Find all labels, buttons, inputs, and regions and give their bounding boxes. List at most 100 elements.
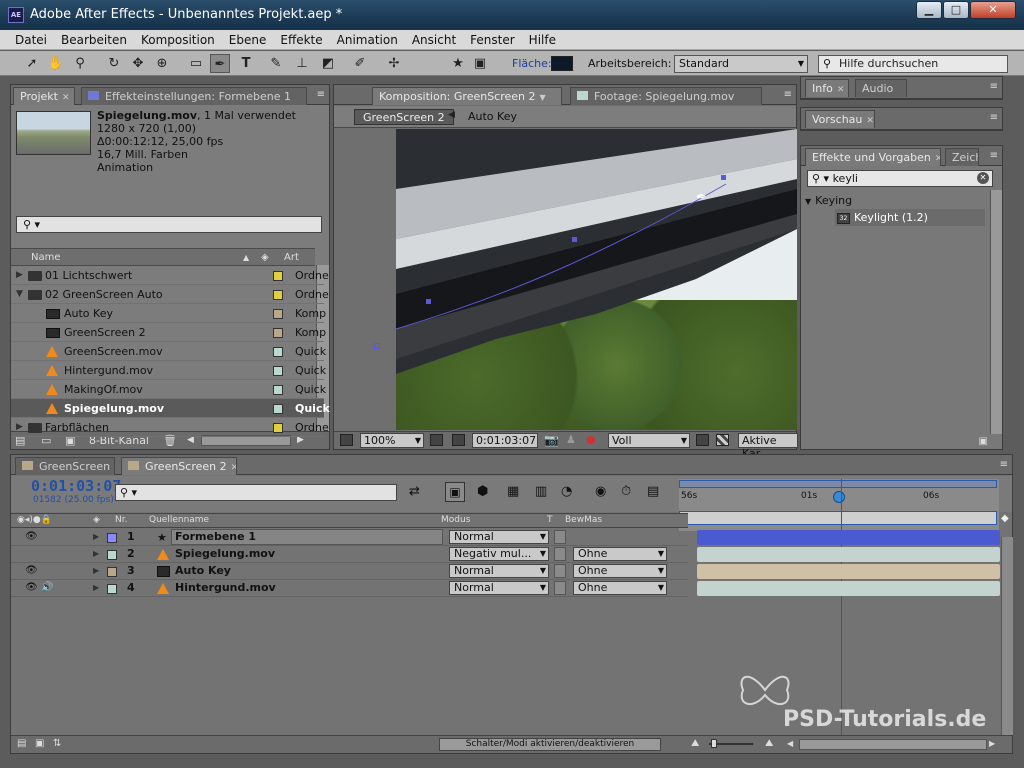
eye-icon[interactable]: 👁 (25, 563, 38, 579)
active-camera-select[interactable]: Aktive Kar (738, 433, 798, 460)
menu-ansicht[interactable]: Ansicht (405, 30, 463, 50)
roi-icon[interactable] (696, 434, 709, 446)
comp-mini-flowchart-icon[interactable]: ⇄ (409, 484, 420, 499)
label-color-swatch[interactable] (273, 328, 283, 338)
rectangle-tool-icon[interactable]: ▭ (186, 54, 206, 73)
zoom-select[interactable]: 100% ▼ (360, 433, 424, 448)
tab-timeline-greenscreen-2[interactable]: GreenScreen 2✕ (121, 457, 237, 475)
layer-duration-bar[interactable] (697, 564, 1000, 579)
preserve-transparency-toggle[interactable] (554, 564, 566, 578)
time-ruler[interactable]: 56s 01s 06s (679, 479, 999, 531)
tab-info[interactable]: Info ✕ (805, 79, 849, 97)
frame-blending-icon[interactable]: ▦ (507, 484, 519, 499)
speaker-icon[interactable]: 🔊 (41, 580, 53, 596)
timeline-layer-row[interactable]: ▶ 2 Spiegelung.mov Negativ mul... ▼ Ohne ▼ (11, 546, 688, 563)
effect-keylight[interactable]: 32 Keylight (1.2) (835, 209, 985, 226)
timeline-layer-row[interactable]: 👁 ▶ 3 Auto Key Normal ▼ Ohne ▼ (11, 563, 688, 580)
tab-projekt[interactable]: Projekt ✕ (13, 87, 75, 105)
camera-icon[interactable]: 📷 (544, 433, 559, 447)
zoom-slider-handle[interactable] (711, 739, 717, 748)
blend-mode-select[interactable]: Normal ▼ (449, 581, 549, 595)
tab-effects-presets[interactable]: Effekte und Vorgaben✕ (805, 148, 941, 166)
auto-keyframe-icon[interactable]: ◉ (595, 484, 606, 499)
label-color-swatch[interactable] (273, 271, 283, 281)
close-button[interactable]: ✕ (970, 1, 1016, 19)
panel-menu-icon[interactable]: ≡ (990, 81, 998, 92)
time-navigator[interactable] (679, 511, 997, 525)
menu-komposition[interactable]: Komposition (134, 30, 222, 50)
tab-effect-controls[interactable]: Effekteinstellungen: Formebene 1 (81, 87, 307, 105)
minimize-button[interactable]: ▁ (916, 1, 942, 19)
menu-hilfe[interactable]: Hilfe (522, 30, 563, 50)
eraser-tool-icon[interactable]: ◩ (318, 54, 338, 73)
breadcrumb-auto-key[interactable]: Auto Key (460, 109, 525, 125)
timeline-layer-row[interactable]: 👁 🔊 ▶ 4 Hintergund.mov Normal ▼ Ohne ▼ (11, 580, 688, 597)
image-icon[interactable]: ▣ (470, 54, 490, 73)
layer-label-swatch[interactable] (107, 533, 117, 543)
layer-duration-bar[interactable] (697, 547, 1000, 562)
menu-animation[interactable]: Animation (330, 30, 405, 50)
label-color-swatch[interactable] (273, 404, 283, 414)
puppet-pin-tool-icon[interactable]: ✢ (384, 54, 404, 73)
panel-menu-icon[interactable]: ≡ (990, 150, 998, 161)
eye-icon[interactable]: 👁 (25, 580, 38, 596)
preserve-transparency-toggle[interactable] (554, 581, 566, 595)
layer-name[interactable]: Auto Key (175, 563, 231, 579)
hand-tool-icon[interactable]: ✋ (46, 54, 66, 73)
draft-3d-icon[interactable]: ▣ (445, 482, 465, 502)
graph-editor-icon[interactable]: ▤ (647, 484, 659, 499)
twirl-right-icon[interactable]: ▶ (93, 580, 99, 596)
breadcrumb-greenscreen-2[interactable]: GreenScreen 2 (354, 109, 454, 125)
fill-color-swatch[interactable] (551, 56, 573, 71)
twirl-icon[interactable]: ▶ (16, 266, 23, 285)
maximize-button[interactable]: □ (943, 1, 969, 19)
layer-duration-bar[interactable] (697, 530, 1000, 545)
track-matte-select[interactable]: Ohne ▼ (573, 564, 667, 578)
project-item[interactable]: GreenScreen.mov Quick (11, 342, 326, 361)
label-color-swatch[interactable] (273, 423, 283, 433)
hide-shy-layers-icon[interactable]: ⬢ (477, 484, 488, 499)
tab-timeline-greenscreen[interactable]: GreenScreen (15, 457, 115, 475)
new-preset-icon[interactable]: ▣ (979, 436, 988, 447)
playhead-handle-icon[interactable] (833, 491, 845, 503)
track-matte-select[interactable]: Ohne ▼ (573, 581, 667, 595)
blend-mode-select[interactable]: Normal ▼ (449, 530, 549, 544)
zoom-out-icon[interactable]: ⛰ (691, 738, 699, 749)
label-color-swatch[interactable] (273, 366, 283, 376)
twirl-icon[interactable]: ▶ (16, 418, 23, 437)
blend-mode-select[interactable]: Normal ▼ (449, 564, 549, 578)
effects-scrollbar[interactable] (990, 190, 1002, 434)
layer-name[interactable]: Formebene 1 (175, 529, 256, 545)
project-item[interactable]: Auto Key Komp (11, 304, 326, 323)
label-color-swatch[interactable] (273, 347, 283, 357)
rotate-tool-icon[interactable]: ↻ (104, 54, 124, 73)
track-matte-select[interactable]: Ohne ▼ (573, 547, 667, 561)
layer-label-swatch[interactable] (107, 584, 117, 594)
camera-tool-icon[interactable]: ✥ (128, 54, 148, 73)
project-item[interactable]: ▶ Farbflächen Ordne (11, 418, 329, 437)
text-tool-icon[interactable]: T (236, 54, 256, 73)
project-item[interactable]: ▶ 01 Lichtschwert Ordne (11, 266, 329, 285)
twirl-icon[interactable]: ▼ (16, 285, 23, 304)
tab-footage[interactable]: Footage: Spiegelung.mov (570, 87, 762, 105)
effects-search-input[interactable]: ⚲ ▾ keyli ✕ (807, 170, 993, 187)
panel-menu-icon[interactable]: ≡ (1000, 459, 1008, 470)
panel-menu-icon[interactable]: ≡ (317, 89, 325, 100)
label-color-swatch[interactable] (273, 290, 283, 300)
brush-tool-icon[interactable]: ✎ (266, 54, 286, 73)
twirl-right-icon[interactable]: ▶ (93, 563, 99, 579)
timeline-hscroll[interactable] (799, 739, 987, 750)
project-item[interactable]: ▼ 02 GreenScreen Auto Ordne (11, 285, 329, 304)
effect-group-keying[interactable]: ▼ Keying (801, 192, 1002, 209)
motion-blur-icon[interactable]: ▥ (535, 484, 547, 499)
pan-behind-tool-icon[interactable]: ⊕ (152, 54, 172, 73)
project-item[interactable]: Hintergund.mov Quick (11, 361, 326, 380)
zoom-in-icon[interactable]: ⛰ (765, 738, 773, 749)
transfer-controls-icon[interactable]: ▣ (35, 738, 44, 749)
clear-search-icon[interactable]: ✕ (977, 172, 989, 184)
in-out-icon[interactable]: ⇅ (53, 738, 61, 749)
help-search-input[interactable]: ⚲ Hilfe durchsuchen (818, 55, 1008, 73)
layer-label-swatch[interactable] (107, 550, 117, 560)
layer-name[interactable]: Hintergund.mov (175, 580, 276, 596)
project-item[interactable]: Spiegelung.mov Quick (11, 399, 330, 418)
